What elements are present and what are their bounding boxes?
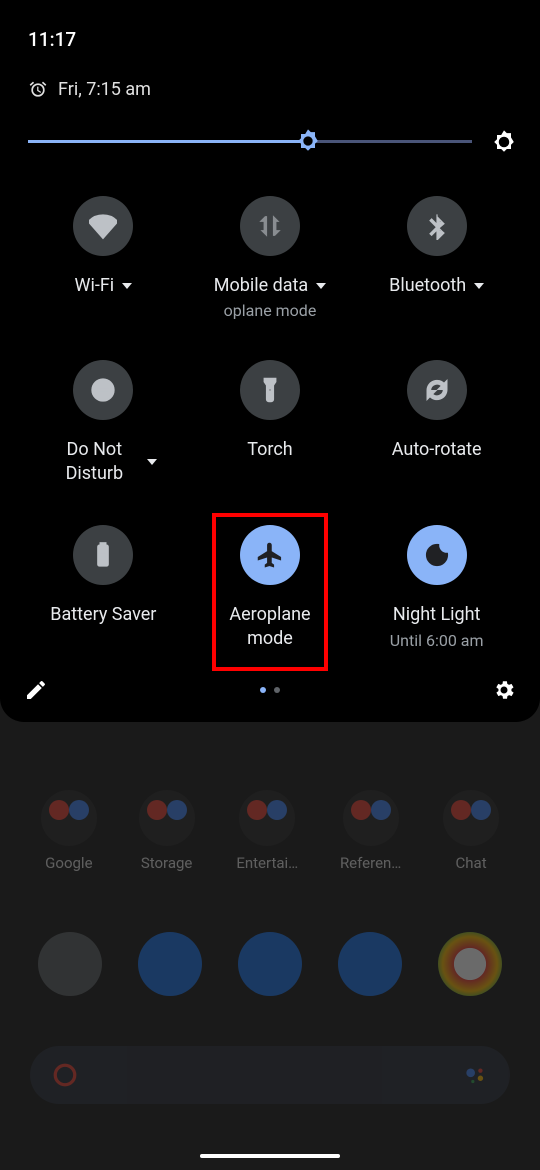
home-folder[interactable]: Chat [443, 790, 499, 872]
status-time: 11:17 [28, 28, 76, 51]
dnd-icon [73, 360, 133, 420]
night-light-tile[interactable]: Night Light Until 6:00 am [353, 525, 520, 650]
home-screen-background: Google Storage Entertai… Referen… Chat [0, 780, 540, 1114]
bluetooth-label: Bluetooth [389, 274, 466, 297]
dock-row [20, 932, 520, 996]
home-folder[interactable]: Entertai… [236, 790, 298, 872]
wifi-icon [73, 196, 133, 256]
settings-icon[interactable] [492, 678, 516, 702]
alarm-time-label: Fri, 7:15 am [58, 79, 151, 100]
home-folder-row: Google Storage Entertai… Referen… Chat [20, 790, 520, 872]
aeroplane-mode-tile[interactable]: Aeroplane mode [187, 525, 354, 650]
brightness-settings-icon[interactable] [490, 128, 518, 156]
torch-label: Torch [247, 438, 292, 461]
contacts-app-icon[interactable] [238, 932, 302, 996]
camera-app-icon[interactable] [38, 932, 102, 996]
mobile-data-icon [240, 196, 300, 256]
aeroplane-label: Aeroplane mode [220, 603, 320, 650]
brightness-thumb-icon [294, 127, 322, 155]
messages-app-icon[interactable] [338, 932, 402, 996]
edit-icon[interactable] [24, 678, 48, 702]
alarm-indicator[interactable]: Fri, 7:15 am [0, 71, 540, 128]
bluetooth-tile[interactable]: Bluetooth [353, 196, 520, 320]
chevron-down-icon[interactable] [147, 459, 157, 465]
assistant-icon [462, 1062, 488, 1088]
phone-app-icon[interactable] [138, 932, 202, 996]
torch-tile[interactable]: Torch [187, 360, 354, 485]
aeroplane-icon [240, 525, 300, 585]
home-folder[interactable]: Referen… [340, 790, 401, 872]
home-folder-label: Entertai… [236, 854, 298, 872]
wifi-tile[interactable]: Wi-Fi [20, 196, 187, 320]
brightness-control [0, 128, 540, 196]
night-light-icon [407, 525, 467, 585]
brightness-slider[interactable] [28, 140, 472, 144]
wifi-label: Wi-Fi [75, 274, 115, 297]
bluetooth-icon [407, 196, 467, 256]
battery-saver-icon [73, 525, 133, 585]
chevron-down-icon[interactable] [474, 283, 484, 289]
panel-footer [0, 650, 540, 702]
night-light-label: Night Light [393, 603, 481, 626]
battery-saver-label: Battery Saver [50, 603, 156, 626]
auto-rotate-icon [407, 360, 467, 420]
chevron-down-icon[interactable] [316, 283, 326, 289]
brightness-fill [28, 140, 308, 143]
chrome-app-icon[interactable] [438, 932, 502, 996]
home-folder-label: Referen… [340, 854, 401, 872]
home-folder-label: Chat [456, 854, 487, 872]
torch-icon [240, 360, 300, 420]
status-bar: 11:17 [0, 0, 540, 71]
page-dot-active [260, 687, 266, 693]
home-folder-label: Storage [141, 854, 193, 872]
alarm-icon [28, 80, 48, 100]
dnd-tile[interactable]: Do Not Disturb [20, 360, 187, 485]
page-dot [274, 687, 280, 693]
quick-settings-panel: 11:17 Fri, 7:15 am Wi-Fi [0, 0, 540, 722]
mobile-data-tile[interactable]: Mobile data oplane mode [187, 196, 354, 320]
home-folder[interactable]: Google [41, 790, 97, 872]
battery-saver-tile[interactable]: Battery Saver [20, 525, 187, 650]
dnd-label: Do Not Disturb [49, 438, 139, 485]
mobile-data-label: Mobile data [214, 274, 308, 297]
chevron-down-icon[interactable] [122, 283, 132, 289]
auto-rotate-tile[interactable]: Auto-rotate [353, 360, 520, 485]
brightness-thumb[interactable] [294, 127, 322, 155]
google-logo-icon [52, 1062, 78, 1088]
navigation-handle[interactable] [200, 1154, 340, 1158]
home-folder-label: Google [45, 854, 92, 872]
auto-rotate-label: Auto-rotate [392, 438, 482, 461]
google-search-bar[interactable] [30, 1046, 510, 1104]
page-indicator [260, 687, 280, 693]
home-folder[interactable]: Storage [139, 790, 195, 872]
night-light-sublabel: Until 6:00 am [390, 631, 484, 650]
quick-tiles-grid: Wi-Fi Mobile data oplane mode Bluetooth [0, 196, 540, 650]
mobile-data-sublabel: oplane mode [224, 301, 317, 320]
